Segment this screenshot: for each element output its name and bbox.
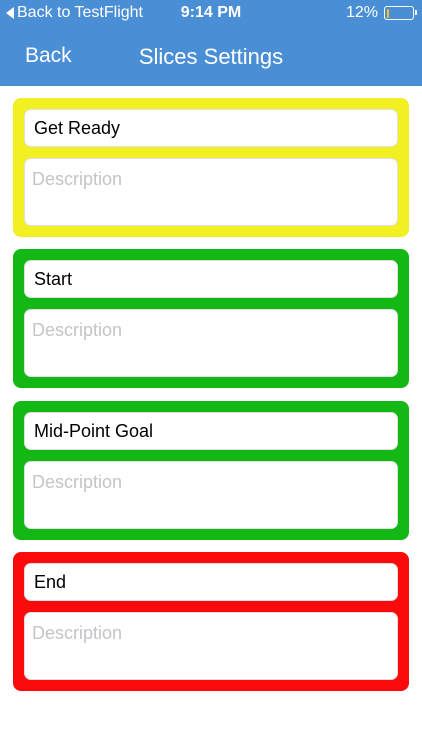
header: Back to TestFlight 9:14 PM 12% Back Slic…: [0, 0, 422, 86]
slice-card-end: End Description: [13, 552, 409, 691]
slice-description-field[interactable]: Description: [24, 612, 398, 680]
slice-card-mid-point-goal: Mid-Point Goal Description: [13, 401, 409, 540]
battery-percent: 12%: [345, 4, 378, 21]
slice-description-field[interactable]: Description: [24, 461, 398, 529]
page-title: Slices Settings: [138, 44, 284, 69]
slice-name-field[interactable]: Mid-Point Goal: [24, 412, 398, 450]
slice-description-field[interactable]: Description: [24, 309, 398, 377]
slice-description-field[interactable]: Description: [24, 158, 398, 226]
battery-icon: [384, 6, 417, 20]
battery-level-fill: [386, 8, 390, 18]
slice-card-get-ready: Get Ready Description: [13, 98, 409, 237]
status-bar: Back to TestFlight 9:14 PM 12%: [0, 0, 422, 28]
slice-name-field[interactable]: Get Ready: [24, 109, 398, 147]
nav-bar: Back Slices Settings: [0, 28, 422, 86]
slice-name-field[interactable]: End: [24, 563, 398, 601]
battery-status: 12%: [345, 4, 417, 22]
slice-card-start: Start Description: [13, 249, 409, 388]
slice-name-field[interactable]: Start: [24, 260, 398, 298]
